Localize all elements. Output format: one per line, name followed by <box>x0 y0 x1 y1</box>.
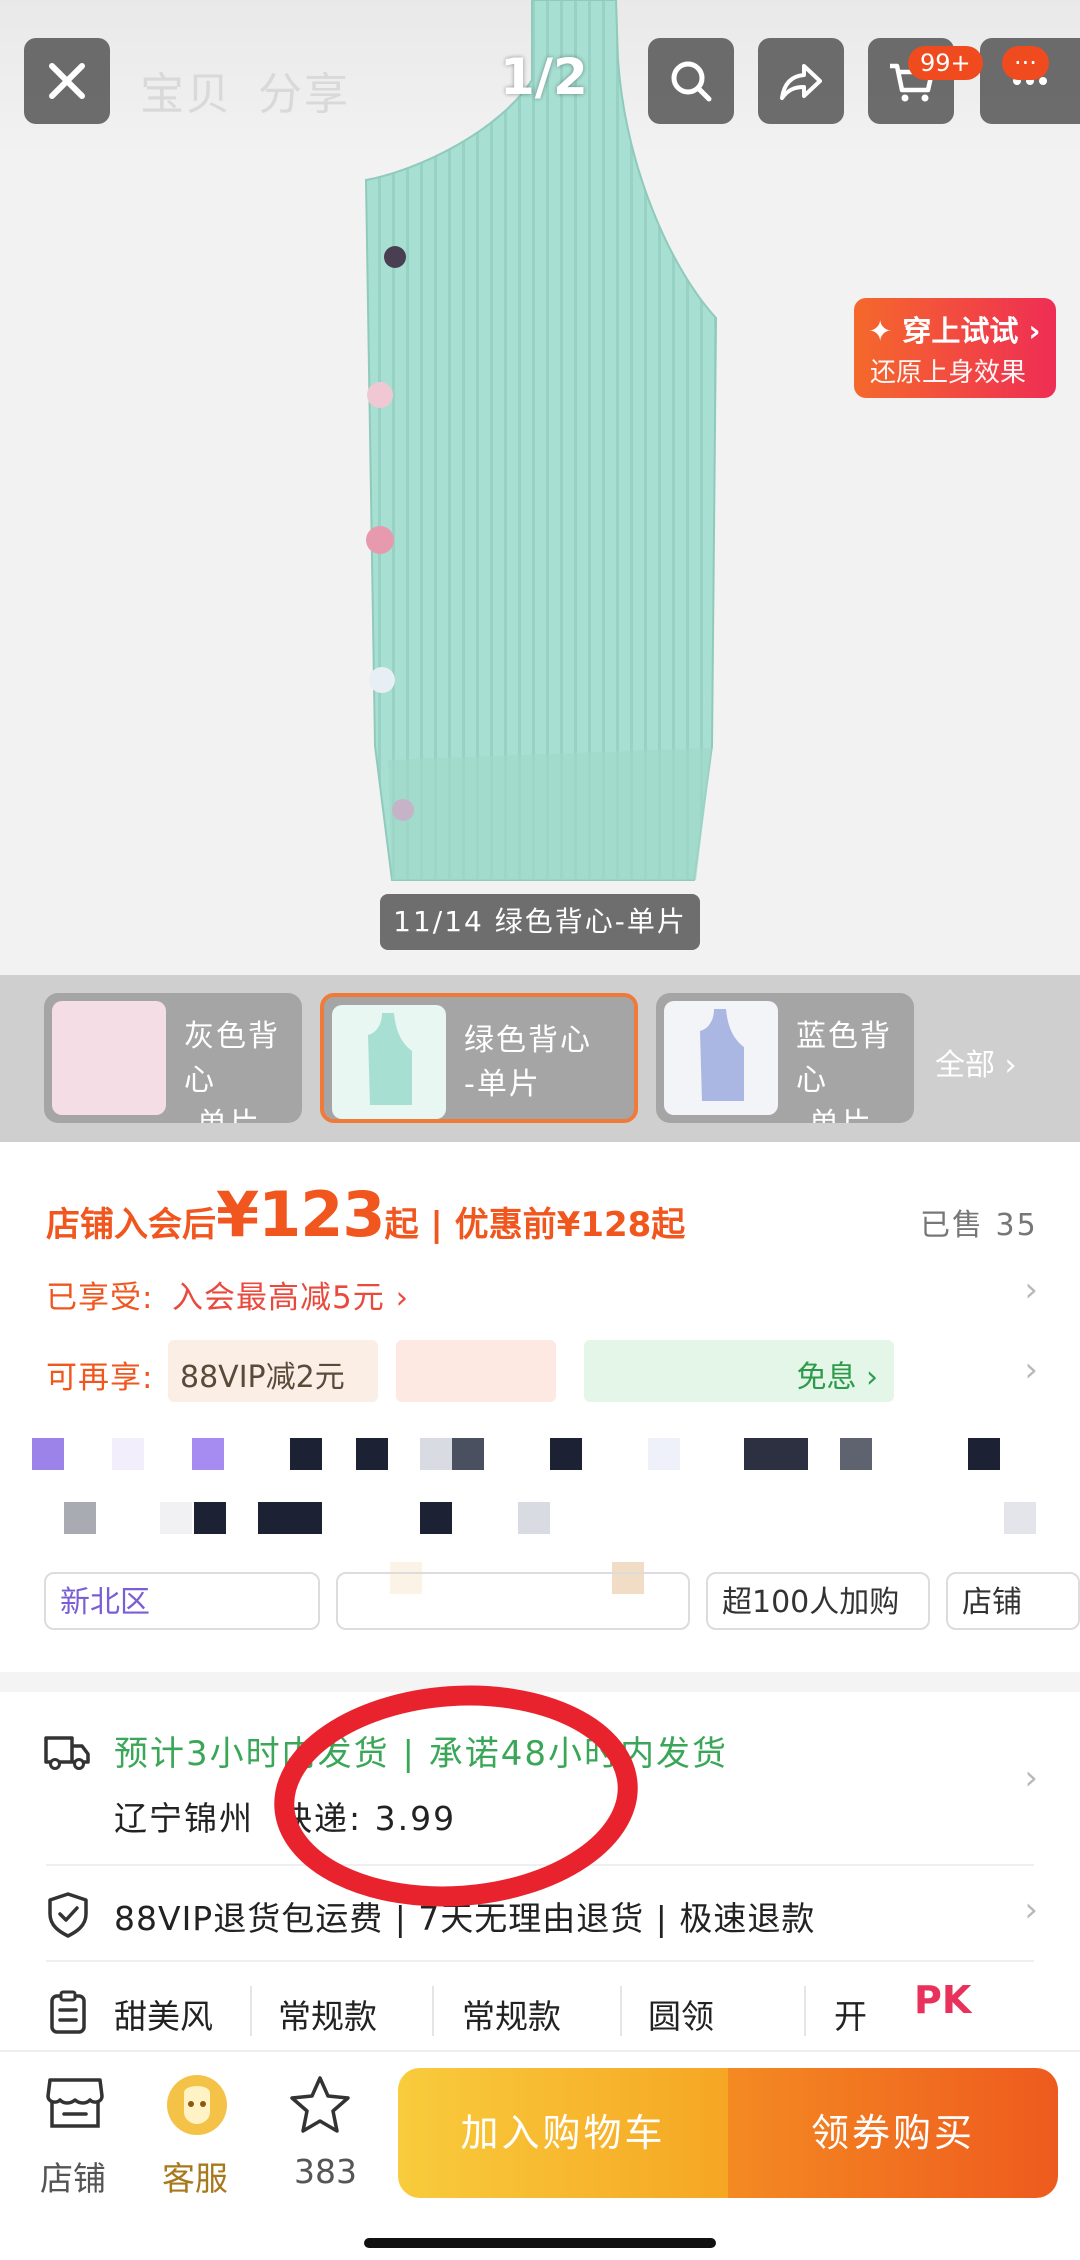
variant-thumbnail <box>52 1001 166 1115</box>
image-counter: 1/2 <box>500 48 588 106</box>
tab-item[interactable]: 宝贝 <box>140 58 232 122</box>
buy-with-coupon-button[interactable]: 领券购买 <box>728 2068 1058 2198</box>
close-icon <box>49 63 85 99</box>
variant-green[interactable]: 绿色背心 -单片 <box>320 993 638 1123</box>
variant-blue[interactable]: 蓝色背心 -单片 <box>656 993 914 1123</box>
enjoyed-promo-row[interactable]: 已享受: 入会最高减5元 › › <box>0 1262 1080 1322</box>
promo-chip-label: 免息 › <box>796 1360 878 1395</box>
promo-chip-88vip[interactable]: 88VIP减2元 <box>168 1340 378 1402</box>
obscured-content <box>0 1420 1080 1594</box>
attribute-value: 常规款 <box>278 1997 377 2036</box>
tag-chip-label: 店铺 <box>962 1585 1022 1620</box>
member-price: ¥123 <box>216 1178 386 1251</box>
promo-chip-interest-free[interactable]: 免息 › <box>584 1340 894 1402</box>
attribute-value: 常规款 <box>462 1997 561 2036</box>
variant-selector: 灰色背心 -单片 绿色背心 -单片 蓝色背心 -单片 <box>0 975 1080 1142</box>
variant-label: 蓝色背心 <box>796 1019 892 1098</box>
share-button[interactable] <box>758 38 844 124</box>
original-price: ¥128起 <box>556 1205 686 1245</box>
clipboard-icon <box>50 1990 86 2034</box>
shipping-location: 辽宁锦州 <box>114 1799 254 1838</box>
search-button[interactable] <box>648 38 734 124</box>
tag-chip-label: 超100人加购 <box>722 1585 900 1620</box>
product-image-gallery[interactable]: 宝贝 分享 1/2 99+ ··· ✦ 穿上试试 › 还原上身效果 11/14 … <box>0 0 1080 975</box>
variant-label: -单片 <box>464 1067 541 1102</box>
sold-count: 已售 35 <box>920 1208 1038 1243</box>
product-photo <box>364 0 718 881</box>
chevron-right-icon: › <box>1024 1270 1038 1310</box>
more-badge: ··· <box>1002 46 1049 80</box>
customer-service-label: 客服 <box>162 2159 228 2198</box>
store-icon <box>46 2078 104 2128</box>
annotation-circle <box>274 1685 638 1907</box>
variant-label: 灰色背心 <box>184 1019 280 1098</box>
enjoyed-label: 已享受: <box>46 1280 154 1316</box>
chevron-right-icon: › <box>1024 1350 1038 1390</box>
variant-label: -单片 <box>796 1103 914 1123</box>
chevron-right-icon: › <box>1024 1890 1038 1930</box>
promo-chip-label: 88VIP减2元 <box>180 1360 345 1395</box>
tag-chip-add-to-cart-count[interactable]: 超100人加购 <box>706 1572 930 1630</box>
tag-chip[interactable] <box>336 1572 690 1630</box>
try-on-subtitle: 还原上身效果 <box>870 358 1027 388</box>
star-icon <box>290 2076 350 2133</box>
promo-chip[interactable] <box>396 1340 556 1402</box>
close-button[interactable] <box>24 38 110 124</box>
try-on-title: ✦ 穿上试试 › <box>868 314 1041 348</box>
more-promo-label: 可再享: <box>46 1360 154 1396</box>
tag-chip-location[interactable]: 新北区 <box>44 1572 320 1630</box>
try-on-button[interactable]: ✦ 穿上试试 › 还原上身效果 <box>854 298 1056 398</box>
attribute-value: 甜美风 <box>114 1997 213 2036</box>
tag-chip-shop[interactable]: 店铺 <box>946 1572 1080 1630</box>
truck-icon <box>44 1736 90 1770</box>
cart-count-badge: 99+ <box>908 46 983 80</box>
enjoyed-text: 入会最高减5元 › <box>172 1280 409 1316</box>
add-to-cart-button[interactable]: 加入购物车 <box>398 2068 728 2198</box>
image-caption: 11/14 绿色背心-单片 <box>380 894 700 950</box>
customer-service-icon <box>167 2075 227 2135</box>
variant-thumbnail <box>664 1001 778 1115</box>
tab-share[interactable]: 分享 <box>258 58 350 122</box>
chevron-right-icon: › <box>1024 1758 1038 1798</box>
share-icon <box>780 64 822 100</box>
attribute-value: 圆领 <box>648 1997 714 2036</box>
variant-thumbnail <box>332 1005 446 1119</box>
home-indicator <box>364 2238 716 2248</box>
price-line: 店铺入会后¥123起 | 优惠前¥128起 <box>46 1178 685 1251</box>
all-variants-link[interactable]: 全部 › <box>935 1040 1017 1084</box>
tag-chip-label: 新北区 <box>60 1585 150 1620</box>
favorite-count: 383 <box>294 2152 357 2191</box>
member-price-label: 店铺入会后 <box>46 1205 216 1245</box>
variant-label: -单片 <box>184 1103 302 1123</box>
original-price-label: 优惠前 <box>454 1205 557 1245</box>
attribute-value: 开 <box>834 1997 867 2036</box>
variant-gray[interactable]: 灰色背心 -单片 <box>44 993 302 1123</box>
pk-compare-button[interactable]: PK <box>914 1978 971 2022</box>
search-icon <box>671 61 712 102</box>
divider <box>46 1960 1034 1962</box>
shield-icon <box>48 1892 88 1938</box>
shop-label: 店铺 <box>40 2159 106 2198</box>
variant-label: 绿色背心 <box>464 1023 592 1058</box>
member-price-suffix: 起 <box>384 1205 419 1245</box>
price-divider: | <box>418 1205 455 1245</box>
